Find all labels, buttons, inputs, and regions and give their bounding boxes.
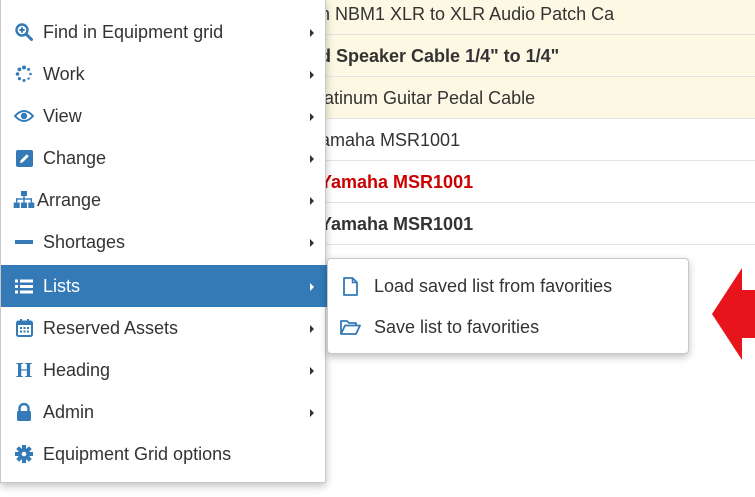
file-icon — [338, 266, 362, 306]
menu-item-label: Change — [43, 148, 107, 168]
menu-item-label: Lists — [43, 276, 81, 296]
chevron-right-icon — [310, 155, 314, 163]
menu-item-label: Arrange — [37, 190, 102, 210]
spinner-icon — [13, 53, 35, 95]
table-cell: n NBM1 XLR to XLR Audio Patch Ca — [320, 4, 615, 24]
menu-item-heading[interactable]: H Heading — [1, 349, 327, 391]
red-arrow-annotation — [712, 268, 755, 360]
menu-item-reserved-assets[interactable]: Reserved Assets — [1, 307, 327, 349]
list-icon — [13, 265, 35, 307]
submenu-item-load-saved-list[interactable]: Load saved list from favorities — [328, 266, 688, 306]
menu-item-shortages[interactable]: Shortages — [1, 221, 327, 263]
chevron-right-icon — [310, 71, 314, 79]
chevron-right-icon — [310, 197, 314, 205]
menu-item-view[interactable]: View — [1, 95, 327, 137]
table-cell: d Speaker Cable 1/4" to 1/4" — [320, 46, 560, 66]
menu-item-equipment-grid-options[interactable]: Equipment Grid options — [1, 433, 327, 475]
sitemap-icon — [13, 179, 35, 221]
chevron-right-icon — [310, 239, 314, 247]
header-icon: H — [15, 358, 33, 382]
menu-item-label: Shortages — [43, 232, 126, 252]
menu-item-find-in-equipment-grid[interactable]: Find in Equipment grid — [1, 11, 327, 53]
menu-item-admin[interactable]: Admin — [1, 391, 327, 433]
submenu-item-label: Save list to favorities — [374, 317, 540, 337]
menu-item-label: Heading — [43, 360, 111, 380]
menu-item-label: Equipment Grid options — [43, 444, 232, 464]
lists-submenu: Load saved list from favorities Save lis… — [327, 258, 689, 354]
chevron-right-icon — [310, 409, 314, 417]
menu-item-label: Admin — [43, 402, 95, 422]
lock-icon — [13, 391, 35, 433]
gear-icon — [13, 433, 35, 475]
chevron-right-icon — [310, 283, 314, 291]
minus-icon — [13, 221, 35, 263]
table-cell: Yamaha MSR1001 — [320, 214, 474, 234]
edit-icon — [13, 137, 35, 179]
calendar-icon — [13, 307, 35, 349]
menu-item-change[interactable]: Change — [1, 137, 327, 179]
submenu-item-save-list[interactable]: Save list to favorities — [328, 307, 688, 347]
menu-item-label: Find in Equipment grid — [43, 22, 224, 42]
menu-item-work[interactable]: Work — [1, 53, 327, 95]
chevron-right-icon — [310, 367, 314, 375]
search-plus-icon — [13, 11, 35, 53]
menu-item-label: View — [43, 106, 82, 126]
context-menu: Find in Equipment grid Work View Change … — [0, 0, 327, 483]
chevron-right-icon — [310, 113, 314, 121]
menu-item-lists[interactable]: Lists — [1, 265, 327, 307]
eye-icon — [13, 95, 35, 137]
table-cell: latinum Guitar Pedal Cable — [320, 88, 536, 108]
menu-item-label: Reserved Assets — [43, 318, 179, 338]
table-cell: Yamaha MSR1001 — [320, 172, 474, 192]
menu-item-arrange[interactable]: Arrange — [1, 179, 327, 221]
submenu-item-label: Load saved list from favorities — [374, 276, 613, 296]
table-cell: amaha MSR1001 — [320, 130, 461, 150]
chevron-right-icon — [310, 325, 314, 333]
menu-item-label: Work — [43, 64, 85, 84]
folder-open-icon — [338, 307, 362, 347]
chevron-right-icon — [310, 29, 314, 37]
